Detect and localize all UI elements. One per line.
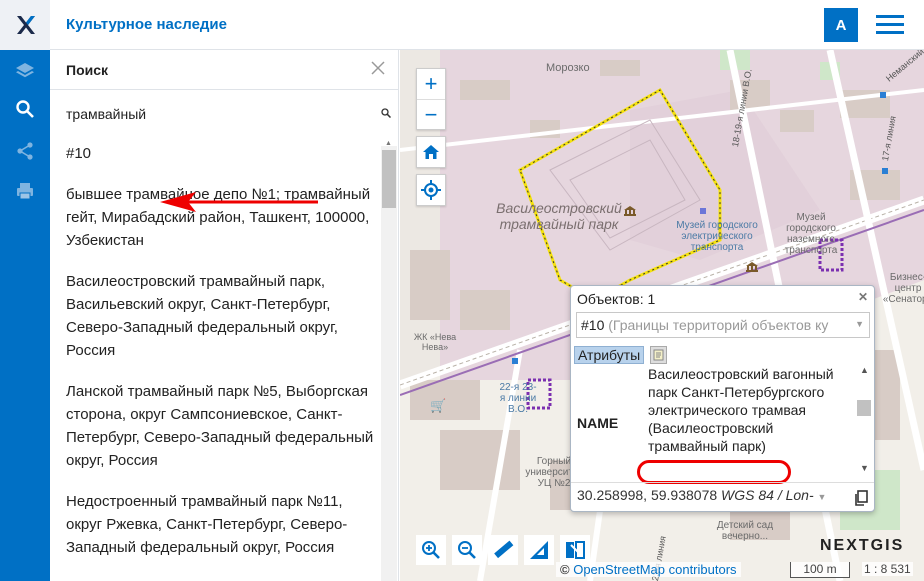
print-icon[interactable] (0, 172, 50, 210)
red-oval-annotation (637, 460, 791, 484)
search-input[interactable] (66, 106, 366, 122)
results-scrollbar-thumb[interactable] (382, 150, 396, 208)
locate-button[interactable] (416, 174, 446, 206)
search-panel-title: Поиск (66, 62, 109, 78)
map-label-museum-2: Музей городского наземного транспорта (784, 212, 838, 256)
attribute-value: Василеостровский вагонный парк Санкт-Пет… (648, 366, 834, 454)
zoom-out-tool-icon[interactable] (452, 535, 482, 565)
search-panel-header: Поиск (50, 50, 398, 90)
close-icon[interactable]: ✕ (858, 290, 868, 304)
left-toolbar (0, 50, 50, 581)
bottom-toolbar (416, 535, 590, 565)
results-scrollbar[interactable] (381, 146, 397, 581)
map-scale-ratio: 1 : 8 531 (862, 562, 913, 576)
chevron-down-icon[interactable]: ▼ (818, 492, 827, 502)
tab-attributes[interactable]: Атрибуты (574, 346, 645, 364)
popup-title: Объектов: 1 (577, 291, 656, 307)
map-label-school: Детский сад вечерно... (716, 520, 774, 542)
search-icon[interactable] (381, 108, 391, 118)
identify-icon[interactable] (560, 535, 590, 565)
svg-text:🛒: 🛒 (430, 398, 446, 414)
scroll-up-arrow-icon[interactable]: ▲ (385, 140, 392, 147)
locate-icon[interactable] (417, 175, 445, 205)
attachments-tab-icon[interactable] (650, 346, 667, 364)
map-label-zhk: ЖК «Нева Нева» (413, 332, 457, 352)
attribute-scrollbar[interactable]: ▲ ▼ (855, 365, 873, 477)
attribute-scrollbar-thumb[interactable] (857, 400, 871, 416)
crs-select[interactable]: WGS 84 / Lon- (721, 487, 814, 503)
search-panel: Поиск #10 бывшее трамвайное депо №1; тра… (50, 50, 399, 581)
search-result-item[interactable]: Василеостровский трамвайный парк, Василь… (50, 270, 380, 362)
attribute-key: NAME (577, 415, 619, 431)
scroll-up-arrow-icon[interactable]: ▲ (860, 365, 869, 375)
feature-select[interactable]: #10 (Границы территорий объектов ку ▼ (576, 312, 870, 338)
home-icon[interactable] (417, 137, 445, 167)
coordinates-footer: 30.258998, 59.938078 WGS 84 / Lon- ▼ (571, 482, 874, 512)
scroll-down-arrow-icon[interactable]: ▼ (860, 463, 869, 473)
share-icon[interactable] (0, 132, 50, 170)
app-title: Культурное наследие (66, 16, 227, 33)
map-label-liniya-22-23: 22-я 23-я линии В.О. (499, 382, 537, 415)
search-icon[interactable] (0, 90, 50, 128)
nextgis-logo: NEXTGIS (820, 537, 905, 554)
identify-popup: Объектов: 1 ✕ #10 (Границы территорий об… (570, 285, 875, 512)
map-label-morozko: Морозко (546, 62, 590, 74)
feature-select-hint: (Границы территорий объектов ку (608, 317, 829, 333)
copyright-symbol: © (560, 562, 570, 577)
map-attribution: © OpenStreetMap contributors (556, 562, 741, 577)
home-button[interactable] (416, 136, 446, 168)
app-header: Культурное наследие A (0, 0, 924, 50)
search-result-item[interactable]: Недостроенный трамвайный парк №11, округ… (50, 490, 380, 559)
close-icon[interactable] (370, 60, 386, 76)
search-result-item[interactable]: #10 (50, 140, 380, 165)
measure-distance-icon[interactable] (488, 535, 518, 565)
map-view[interactable]: 🛒 Морозко Василеостровский трамвайный па… (400, 50, 924, 581)
x-logo-icon[interactable] (0, 0, 50, 50)
copy-icon[interactable] (854, 490, 868, 506)
search-result-item[interactable]: Ланской трамвайный парк №5, Выборгская с… (50, 380, 380, 472)
map-scale-bar: 100 m (790, 562, 850, 578)
osm-attribution-link[interactable]: OpenStreetMap contributors (573, 562, 736, 577)
map-label-museum: Музей городского электрического транспор… (676, 220, 758, 253)
feature-select-value: #10 (581, 317, 605, 333)
zoom-out-icon[interactable]: − (417, 99, 445, 129)
map-label-business-center: Бизнес-центр «Сенатор» (882, 272, 924, 305)
red-arrow-annotation (160, 192, 318, 212)
zoom-in-tool-icon[interactable] (416, 535, 446, 565)
hamburger-icon[interactable] (876, 15, 904, 35)
chevron-down-icon[interactable]: ▼ (855, 319, 864, 329)
layers-icon[interactable] (0, 52, 50, 90)
measure-area-icon[interactable] (524, 535, 554, 565)
zoom-control: + − (416, 68, 446, 130)
coordinates-value: 30.258998, 59.938078 (577, 487, 718, 503)
user-avatar-button[interactable]: A (824, 8, 858, 42)
map-label-park: Василеостровский трамвайный парк (496, 200, 622, 232)
zoom-in-icon[interactable]: + (417, 69, 445, 99)
